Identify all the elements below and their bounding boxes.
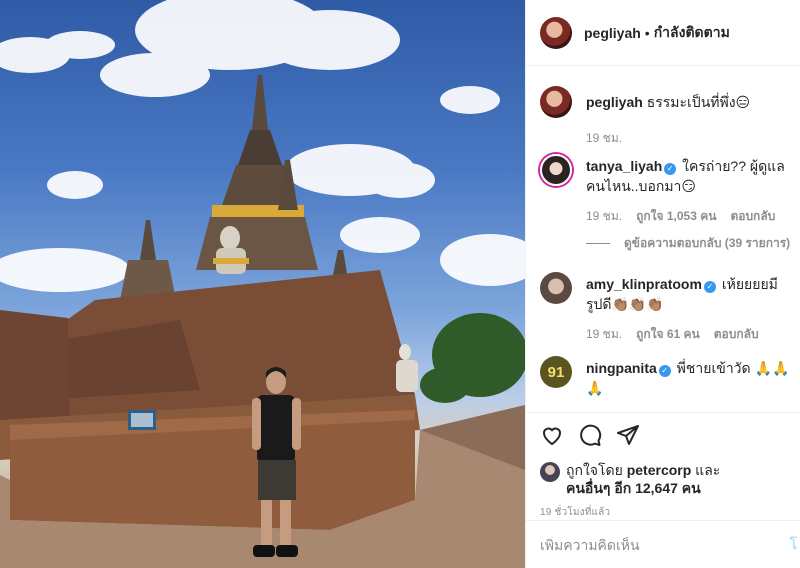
liker-avatar[interactable] (540, 462, 560, 482)
post-side-panel: pegliyah • กำลังติดตาม pegliyah ธรรมะเป็… (525, 0, 800, 568)
post-header: pegliyah • กำลังติดตาม (526, 0, 800, 66)
post-actions: ถูกใจโดย petercorp และ คนอื่นๆ อีก 12,64… (526, 412, 800, 520)
share-icon[interactable] (616, 423, 640, 450)
comment-username[interactable]: amy_klinpratoom (586, 276, 702, 292)
view-replies-label: ดูข้อความตอบกลับ (39 รายการ) (624, 236, 791, 250)
avatar[interactable] (540, 154, 572, 186)
likes-summary: ถูกใจโดย petercorp และ คนอื่นๆ อีก 12,64… (540, 461, 787, 497)
likes-middle: และ (691, 462, 721, 478)
comment-icon[interactable] (578, 423, 602, 450)
heart-icon[interactable] (540, 423, 564, 450)
reply-button[interactable]: ตอบกลับ (730, 206, 775, 226)
header-separator: • (644, 24, 650, 41)
post-timestamp[interactable]: 19 ชั่วโมงที่แล้ว (540, 505, 787, 520)
comments-list[interactable]: pegliyah ธรรมะเป็นที่พึ่ง😑 19 ชม. tanya_… (526, 66, 800, 412)
comment-time[interactable]: 19 ชม. (586, 206, 622, 226)
comment-likes[interactable]: ถูกใจ 61 คน (636, 324, 700, 344)
reply-button[interactable]: ตอบกลับ (714, 324, 759, 344)
avatar[interactable] (540, 272, 572, 304)
header-username[interactable]: pegliyah (584, 25, 641, 41)
comment-input[interactable] (540, 536, 770, 553)
verified-icon: ✓ (703, 281, 716, 293)
post-view: pegliyah • กำลังติดตาม pegliyah ธรรมะเป็… (0, 0, 800, 568)
comment-username[interactable]: tanya_liyah (586, 158, 662, 174)
view-replies-button[interactable]: ดูข้อความตอบกลับ (39 รายการ) (586, 234, 790, 253)
following-button[interactable]: กำลังติดตาม (654, 22, 730, 44)
comment-likes[interactable]: ถูกใจ 1,053 คน (636, 206, 716, 226)
add-comment-bar: โ (526, 520, 800, 568)
avatar[interactable] (540, 86, 572, 118)
comment-item: 91 ningpanita ✓ พี่ชายเข้าวัด 🙏🙏🙏 (540, 356, 795, 398)
temple-photo-illustration (0, 0, 525, 568)
caption: pegliyah ธรรมะเป็นที่พึ่ง😑 19 ชม. (540, 86, 795, 148)
comment-item: amy_klinpratoom ✓ เห้ยยยยมีรูปดี👏🏽👏🏽👏🏽 19… (540, 272, 795, 344)
post-photo[interactable] (0, 0, 525, 568)
avatar[interactable]: 91 (540, 356, 572, 388)
liker-username[interactable]: petercorp (627, 462, 692, 478)
replies-line (586, 243, 610, 244)
avatar-text: 91 (547, 363, 565, 381)
caption-time[interactable]: 19 ชม. (586, 128, 622, 148)
caption-text: ธรรมะเป็นที่พึ่ง😑 (646, 94, 751, 110)
comment-item: tanya_liyah ✓ ใครถ่าย?? ผู้ดูแลคนไหน..บอก… (540, 154, 795, 226)
post-button[interactable]: โ (789, 534, 800, 556)
verified-icon: ✓ (664, 163, 677, 175)
comment-username[interactable]: ningpanita (586, 360, 657, 376)
avatar[interactable] (540, 16, 572, 49)
comment-time[interactable]: 19 ชม. (586, 324, 622, 344)
caption-username[interactable]: pegliyah (586, 94, 643, 110)
verified-icon: ✓ (658, 365, 671, 377)
likes-prefix: ถูกใจโดย (566, 462, 627, 478)
likes-others[interactable]: คนอื่นๆ อีก 12,647 คน (566, 480, 701, 496)
